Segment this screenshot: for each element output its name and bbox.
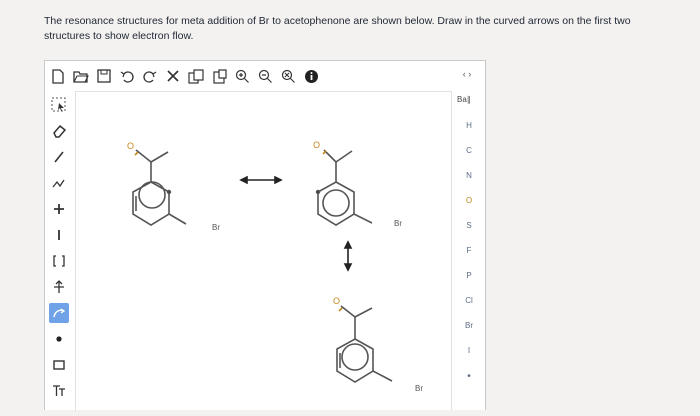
bromine-label-3: Br bbox=[415, 384, 423, 393]
element-F[interactable]: F bbox=[452, 246, 486, 255]
arrow-tool-icon[interactable] bbox=[49, 277, 69, 297]
oxygen-label-1: O bbox=[127, 141, 134, 151]
structure-editor: ‹ › O Br O Br O Br Ba∥ H C N O S F P Cl … bbox=[44, 60, 486, 411]
oxygen-label-3: O bbox=[333, 296, 340, 306]
resonance-structure-2 bbox=[315, 149, 373, 226]
element-radical[interactable]: • bbox=[452, 371, 486, 382]
charge-minus-icon[interactable] bbox=[49, 225, 69, 245]
top-toolbar: ‹ › bbox=[45, 61, 485, 91]
periodic-table-button[interactable]: Ba∥ bbox=[457, 95, 471, 104]
delete-x-icon[interactable] bbox=[163, 65, 183, 87]
element-Br[interactable]: Br bbox=[452, 321, 486, 330]
zoom-reset-icon[interactable] bbox=[278, 65, 298, 87]
bond-chain-icon[interactable] bbox=[49, 173, 69, 193]
element-palette: Ba∥ H C N O S F P Cl Br I • bbox=[451, 91, 486, 410]
zoom-out-icon[interactable] bbox=[255, 65, 275, 87]
resonance-structure-1 bbox=[132, 149, 187, 226]
open-folder-icon[interactable] bbox=[71, 65, 91, 87]
text-icon[interactable] bbox=[49, 381, 69, 401]
element-P[interactable]: P bbox=[452, 271, 486, 280]
element-Cl[interactable]: Cl bbox=[452, 296, 486, 305]
charge-plus-icon[interactable] bbox=[49, 199, 69, 219]
oxygen-label-2: O bbox=[313, 140, 320, 150]
rectangle-icon[interactable] bbox=[49, 355, 69, 375]
undo-icon[interactable] bbox=[117, 65, 137, 87]
element-I[interactable]: I bbox=[452, 346, 486, 355]
info-icon[interactable] bbox=[301, 65, 321, 87]
paste-icon[interactable] bbox=[209, 65, 229, 87]
lone-pair-icon[interactable] bbox=[49, 329, 69, 349]
new-file-icon[interactable] bbox=[48, 65, 68, 87]
element-H[interactable]: H bbox=[452, 121, 486, 130]
left-toolbar bbox=[45, 91, 73, 410]
resonance-structure-3 bbox=[336, 305, 393, 383]
question-line-1: The resonance structures for meta additi… bbox=[44, 15, 631, 27]
redo-icon[interactable] bbox=[140, 65, 160, 87]
select-icon[interactable] bbox=[49, 95, 69, 115]
element-N[interactable]: N bbox=[452, 171, 486, 180]
bromine-label-2: Br bbox=[394, 219, 402, 228]
element-C[interactable]: C bbox=[452, 146, 486, 155]
zoom-in-icon[interactable] bbox=[232, 65, 252, 87]
save-icon[interactable] bbox=[94, 65, 114, 87]
question-line-2: structures to show electron flow. bbox=[44, 30, 194, 42]
bromine-label-1: Br bbox=[212, 223, 220, 232]
resonance-arrow-vertical bbox=[343, 240, 353, 272]
drawing-canvas[interactable]: O Br O Br O Br bbox=[75, 91, 451, 411]
molecule-drawing: O Br O Br O Br bbox=[127, 140, 423, 393]
resonance-arrow-horizontal bbox=[239, 175, 283, 185]
question-text: The resonance structures for meta additi… bbox=[44, 14, 684, 44]
bracket-icon[interactable] bbox=[49, 251, 69, 271]
element-S[interactable]: S bbox=[452, 221, 486, 230]
eraser-icon[interactable] bbox=[49, 121, 69, 141]
single-bond-icon[interactable] bbox=[49, 147, 69, 167]
element-O[interactable]: O bbox=[452, 196, 486, 205]
curved-arrow-icon[interactable] bbox=[49, 303, 69, 323]
expand-toggle[interactable]: ‹ › bbox=[455, 69, 479, 79]
copy-icon[interactable] bbox=[186, 65, 206, 87]
